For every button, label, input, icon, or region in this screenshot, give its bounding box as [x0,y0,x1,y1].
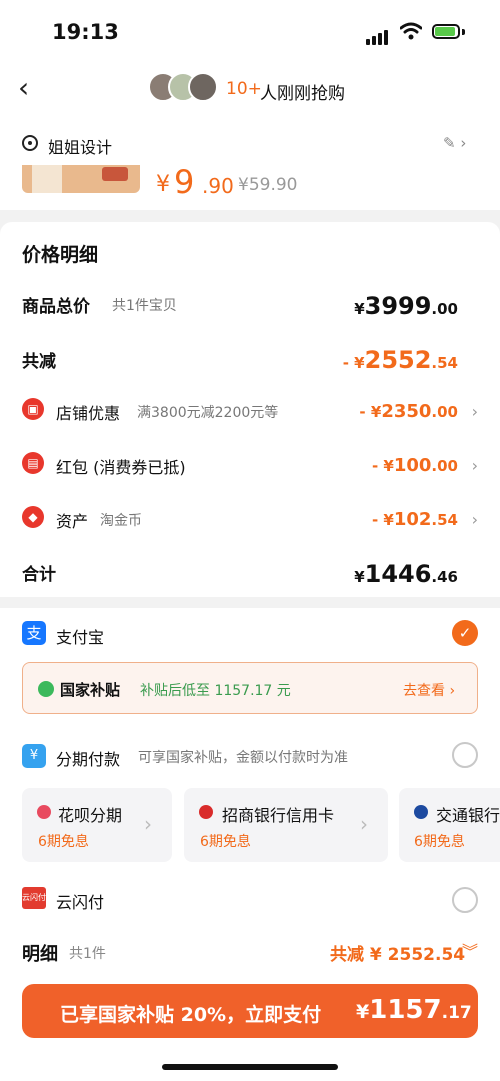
unionpay-radio[interactable] [452,887,478,913]
total-label: 商品总价 [22,297,90,317]
alipay-check-icon[interactable]: ✓ [452,620,478,646]
status-time: 19:13 [52,20,119,44]
assets-chevron-icon[interactable]: › [472,510,478,529]
subsidy-view-link[interactable]: 去查看 › [403,680,455,700]
alipay-label[interactable]: 支付宝 [56,624,104,648]
installment-radio[interactable] [452,742,478,768]
shop-discount-sub: 满3800元减2200元等 [137,405,279,421]
sum-label: 合计 [22,565,56,585]
alipay-icon: 支 [22,621,46,645]
assets-sub: 淘金币 [100,513,142,529]
sum-amount: ¥1446.46 [354,560,458,588]
option-bocom-sub: 6期免息 [414,834,465,850]
buyer-count: 10+ [226,79,262,99]
battery-icon [432,24,460,39]
chevron-right-icon: › [360,812,368,836]
detail-reduce-amount[interactable]: 共减 ¥ 2552.54 [330,940,465,965]
red-packet-amount[interactable]: - ¥100.00 [372,455,458,476]
red-packet-label: 红包 (消费券已抵) [56,458,186,477]
avatar [188,72,218,102]
shop-coupon-icon: ▣ [22,398,44,420]
detail-count: 共1件 [69,946,106,962]
back-arrow-icon[interactable]: ‹ [18,74,29,102]
double-chevron-down-icon[interactable]: ︾ [462,938,478,962]
cmb-bank-icon [199,805,213,819]
bocom-bank-icon [414,805,428,819]
edit-address-icon[interactable]: ✎ › [443,134,466,152]
wifi-icon [400,22,422,40]
assets-amount[interactable]: - ¥102.54 [372,509,458,530]
red-packet-chevron-icon[interactable]: › [472,456,478,475]
red-packet-icon: ▤ [22,452,44,474]
home-indicator [162,1064,338,1070]
pay-button-text: 已享国家补贴 20%，立即支付 [60,1004,322,1026]
huabei-icon [37,805,51,819]
option-cmb-title: 招商银行信用卡 [222,806,335,825]
shop-discount-chevron-icon[interactable]: › [472,402,478,421]
product-price-decimal: .90 [202,174,234,198]
price-details-title: 价格明细 [22,244,99,266]
chevron-right-icon: › [144,812,152,836]
detail-label[interactable]: 明细 [22,940,58,966]
signal-icon [366,26,390,45]
product-price: 9 [174,163,195,201]
buyer-text: 人刚刚抢购 [260,84,345,104]
subsidy-title: 国家补贴 [60,681,121,699]
installment-label[interactable]: 分期付款 [56,746,120,770]
option-bocom-title: 交通银行 [436,806,500,825]
pay-button-amount: ¥1157.17 [356,995,472,1025]
installment-note: 可享国家补贴，金额以付款时为准 [138,750,348,766]
product-thumbnail[interactable] [22,165,140,193]
total-sub: 共1件宝贝 [112,298,177,314]
product-original-price: ¥59.90 [238,175,298,195]
installment-icon: ¥ [22,744,46,768]
address-name[interactable]: 姐姐设计 [48,134,112,158]
reduce-amount: - ¥2552.54 [342,346,458,374]
assets-label: 资产 [56,512,89,531]
product-price-symbol: ¥ [156,172,170,197]
subsidy-icon [38,681,54,697]
subsidy-desc: 补贴后低至 1157.17 元 [140,683,291,699]
option-huabei-title: 花呗分期 [58,806,123,825]
location-icon [22,135,38,151]
asset-tag-icon: ◆ [22,506,44,528]
unionpay-icon: 云闪付 [22,887,46,909]
shop-discount-label: 店铺优惠 [56,404,121,423]
battery-cap [462,29,465,35]
unionpay-label[interactable]: 云闪付 [56,889,104,913]
option-huabei-sub: 6期免息 [38,834,89,850]
total-amount: ¥3999.00 [354,292,458,320]
shop-discount-amount[interactable]: - ¥2350.00 [359,401,458,422]
option-cmb-sub: 6期免息 [200,834,251,850]
reduce-label: 共减 [22,352,56,372]
